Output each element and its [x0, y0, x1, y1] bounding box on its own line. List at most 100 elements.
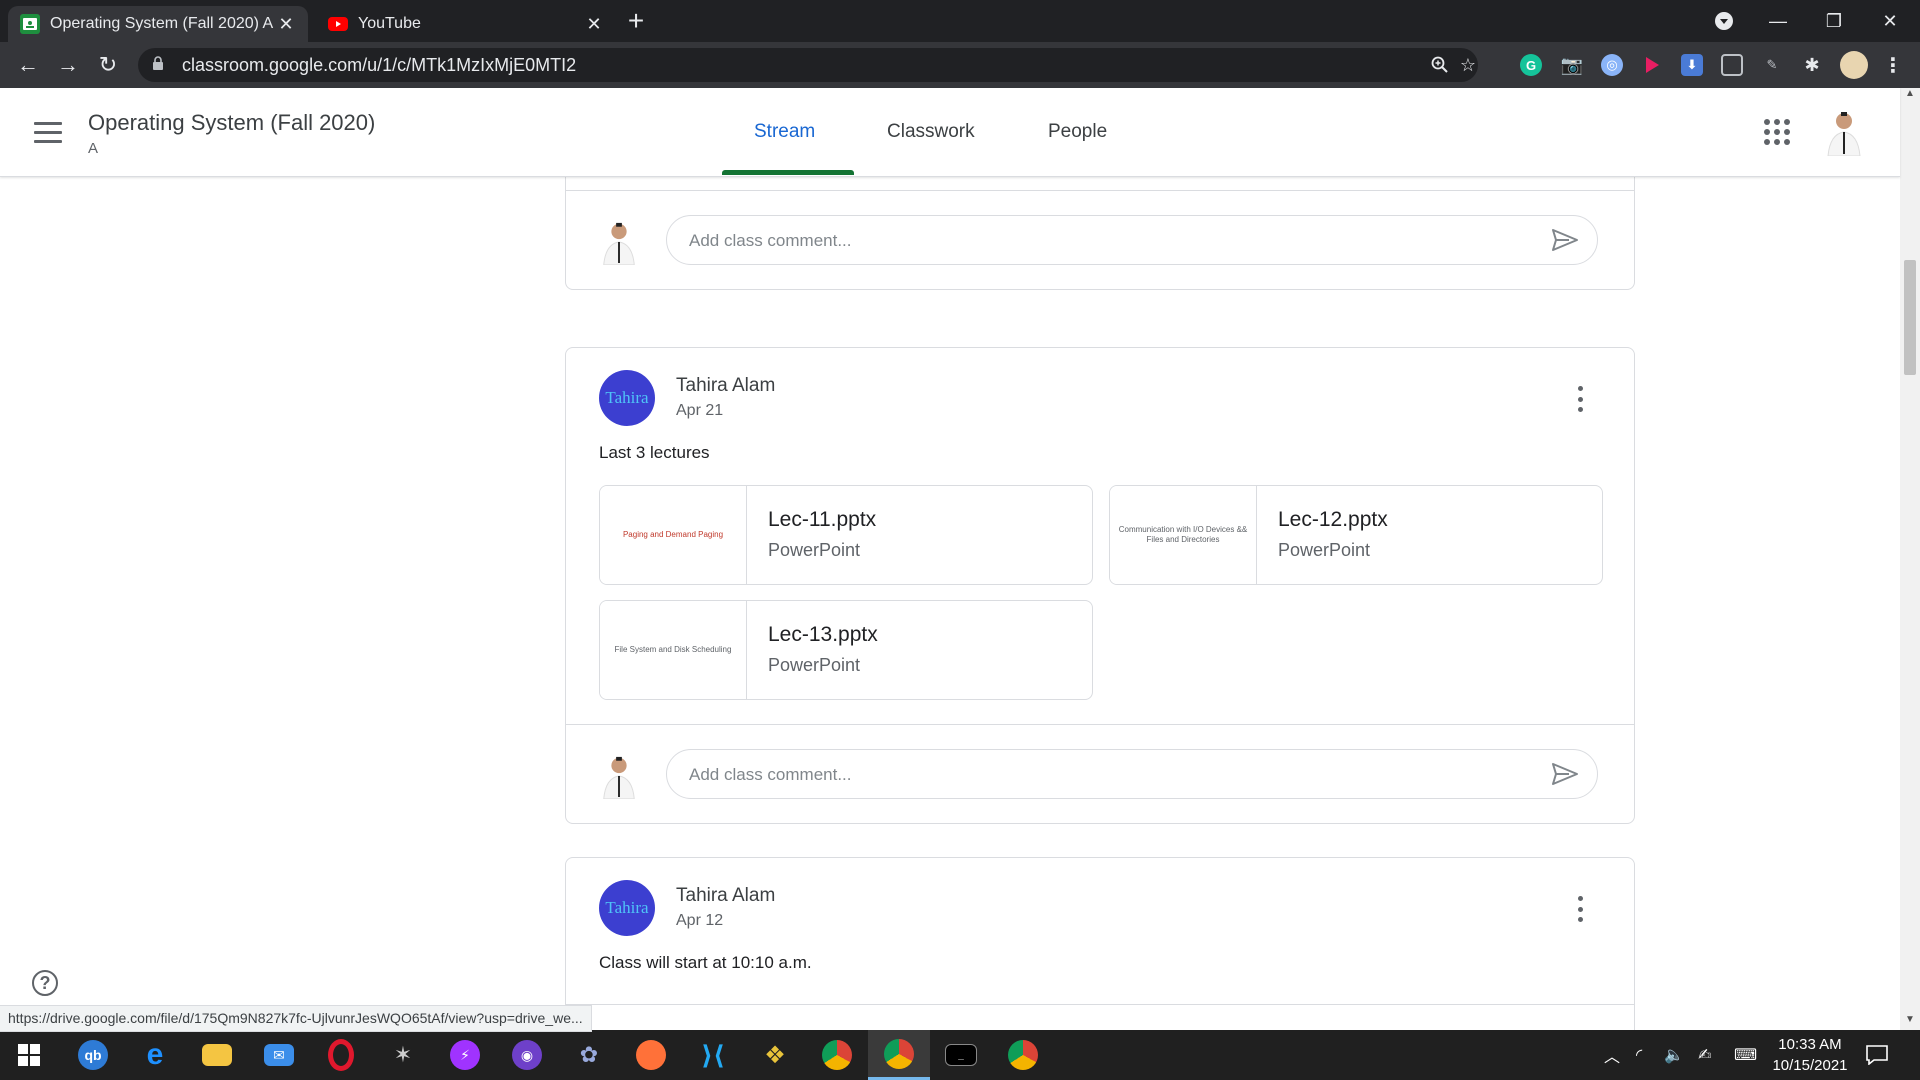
- camera-extension-icon[interactable]: 📷: [1561, 54, 1583, 76]
- google-apps-icon[interactable]: [1764, 119, 1790, 145]
- scroll-down-icon[interactable]: ▼: [1900, 1014, 1920, 1030]
- keyboard-icon[interactable]: ⌨: [1734, 1030, 1757, 1080]
- taskbar-app-chrome-profile[interactable]: [992, 1030, 1054, 1080]
- tab-people[interactable]: People: [1048, 88, 1107, 176]
- satellite-icon: ✶: [393, 1042, 413, 1067]
- main-menu-icon[interactable]: [34, 122, 62, 144]
- opera-icon: [328, 1039, 354, 1071]
- taskbar-app-codeblocks[interactable]: ❖: [744, 1030, 806, 1080]
- grammarly-extension-icon[interactable]: G: [1520, 54, 1542, 76]
- vpn-extension-icon[interactable]: ◎: [1601, 54, 1623, 76]
- attachment-thumbnail: Communication with I/O Devices && Files …: [1110, 486, 1257, 584]
- edge-icon: e: [146, 1038, 164, 1071]
- restore-icon[interactable]: ❐: [1806, 0, 1862, 42]
- class-title[interactable]: Operating System (Fall 2020): [88, 110, 375, 136]
- taskbar-app-chrome-active[interactable]: [868, 1030, 930, 1080]
- attachment-card[interactable]: File System and Disk Scheduling Lec-13.p…: [599, 600, 1093, 700]
- pen-tray-icon[interactable]: ✍: [1698, 1030, 1711, 1080]
- paint-icon: ✿: [579, 1042, 599, 1067]
- play-extension-icon[interactable]: [1641, 54, 1663, 76]
- help-icon[interactable]: ?: [32, 970, 58, 996]
- zoom-icon[interactable]: [1428, 53, 1452, 77]
- bookmark-star-icon[interactable]: ☆: [1456, 53, 1480, 77]
- class-comment-input[interactable]: [687, 750, 1531, 800]
- attachment-card[interactable]: Paging and Demand Paging Lec-11.pptx Pow…: [599, 485, 1093, 585]
- browser-tab-youtube[interactable]: YouTube ✕: [316, 6, 616, 42]
- attachment-thumbnail: File System and Disk Scheduling: [600, 601, 747, 699]
- post-options-icon[interactable]: [1576, 386, 1584, 412]
- taskbar-clock[interactable]: 10:33 AM 10/15/2021: [1770, 1034, 1850, 1076]
- screen-extension-icon[interactable]: [1721, 54, 1743, 76]
- attachment-type: PowerPoint: [768, 540, 861, 560]
- wifi-icon[interactable]: ◜: [1636, 1030, 1642, 1080]
- tab-search-icon[interactable]: [1696, 0, 1752, 42]
- post-date: Apr 21: [676, 402, 724, 419]
- new-tab-button[interactable]: +: [622, 7, 650, 36]
- close-tab-icon[interactable]: ✕: [274, 12, 298, 36]
- class-comment-input[interactable]: [687, 216, 1531, 266]
- start-button[interactable]: [0, 1030, 58, 1080]
- taskbar-app-opera[interactable]: [310, 1030, 372, 1080]
- page-scrollbar[interactable]: ▲ ▼: [1900, 88, 1920, 1030]
- youtube-favicon-icon: [328, 14, 348, 34]
- status-bar-url: https://drive.google.com/file/d/175Qm9N8…: [0, 1005, 592, 1032]
- my-avatar: [598, 753, 640, 800]
- post-text: Last 3 lectures: [599, 443, 710, 462]
- notifications-icon[interactable]: [1866, 1030, 1888, 1080]
- clock-date: 10/15/2021: [1772, 1057, 1848, 1074]
- windows-taskbar: qb e ✉ ✶ ⚡ ◉ ✿ ⟩⟨ ❖ _ ︿ ◜ 🔈 ✍ ⌨ 10:33 AM…: [0, 1030, 1920, 1080]
- taskbar-app-firefox[interactable]: [620, 1030, 682, 1080]
- taskbar-app-edge[interactable]: e: [124, 1030, 186, 1080]
- post-options-icon[interactable]: [1576, 896, 1584, 922]
- close-tab-icon[interactable]: ✕: [582, 12, 606, 36]
- qb-icon: qb: [78, 1040, 108, 1070]
- forward-icon[interactable]: →: [54, 51, 82, 79]
- browser-toolbar: ← → ↻ classroom.google.com/u/1/c/MTk1MzI…: [0, 42, 1920, 88]
- chrome-icon: [1008, 1040, 1038, 1070]
- attachment-card[interactable]: Communication with I/O Devices && Files …: [1109, 485, 1603, 585]
- close-window-icon[interactable]: ✕: [1862, 0, 1918, 42]
- send-icon[interactable]: [1551, 762, 1579, 786]
- scroll-up-icon[interactable]: ▲: [1900, 88, 1920, 104]
- extensions-puzzle-icon[interactable]: ✱: [1801, 54, 1823, 76]
- tab-title: YouTube: [358, 15, 421, 32]
- volume-icon[interactable]: 🔈: [1664, 1030, 1684, 1080]
- stream-post-card: Tahira Tahira Alam Apr 12 Class will sta…: [565, 857, 1635, 1030]
- classroom-header: Operating System (Fall 2020) A Stream Cl…: [0, 88, 1900, 177]
- tab-classwork[interactable]: Classwork: [887, 88, 975, 176]
- post-date: Apr 12: [676, 912, 724, 929]
- url-text: classroom.google.com/u/1/c/MTk1MzIxMjE0M…: [182, 54, 577, 75]
- scrollbar-thumb[interactable]: [1904, 260, 1916, 375]
- taskbar-app-chrome[interactable]: [806, 1030, 868, 1080]
- taskbar-app-github[interactable]: ◉: [496, 1030, 558, 1080]
- post-author: Tahira Alam: [676, 375, 776, 396]
- taskbar-app-vscode[interactable]: ⟩⟨: [682, 1030, 744, 1080]
- messenger-icon: ⚡: [450, 1040, 480, 1070]
- reload-icon[interactable]: ↻: [94, 51, 122, 79]
- pen-extension-icon[interactable]: ✎: [1761, 54, 1783, 76]
- class-comment-row: [566, 190, 1634, 291]
- taskbar-app-messenger[interactable]: ⚡: [434, 1030, 496, 1080]
- taskbar-app-satellite[interactable]: ✶: [372, 1030, 434, 1080]
- taskbar-app-mail[interactable]: ✉: [248, 1030, 310, 1080]
- codeblocks-icon: ❖: [764, 1041, 786, 1069]
- attachment-name: Lec-12.pptx: [1278, 508, 1388, 531]
- taskbar-app-paint[interactable]: ✿: [558, 1030, 620, 1080]
- minimize-icon[interactable]: —: [1750, 0, 1806, 42]
- taskbar-app-explorer[interactable]: [186, 1030, 248, 1080]
- my-avatar: [598, 219, 640, 266]
- address-bar[interactable]: classroom.google.com/u/1/c/MTk1MzIxMjE0M…: [138, 48, 1478, 82]
- send-icon[interactable]: [1551, 228, 1579, 252]
- post-author: Tahira Alam: [676, 885, 776, 906]
- taskbar-app-qb[interactable]: qb: [62, 1030, 124, 1080]
- taskbar-app-terminal[interactable]: _: [930, 1030, 992, 1080]
- tab-stream[interactable]: Stream: [754, 88, 815, 176]
- browser-menu-icon[interactable]: ⋮: [1882, 54, 1904, 77]
- back-icon[interactable]: ←: [14, 51, 42, 79]
- browser-tab-classroom[interactable]: Operating System (Fall 2020) A ✕: [8, 6, 308, 42]
- profile-avatar[interactable]: [1840, 51, 1868, 79]
- account-avatar[interactable]: [1822, 108, 1866, 157]
- tray-overflow-icon[interactable]: ︿: [1604, 1030, 1620, 1080]
- attachment-type: PowerPoint: [768, 655, 861, 675]
- download-extension-icon[interactable]: ⬇: [1681, 54, 1703, 76]
